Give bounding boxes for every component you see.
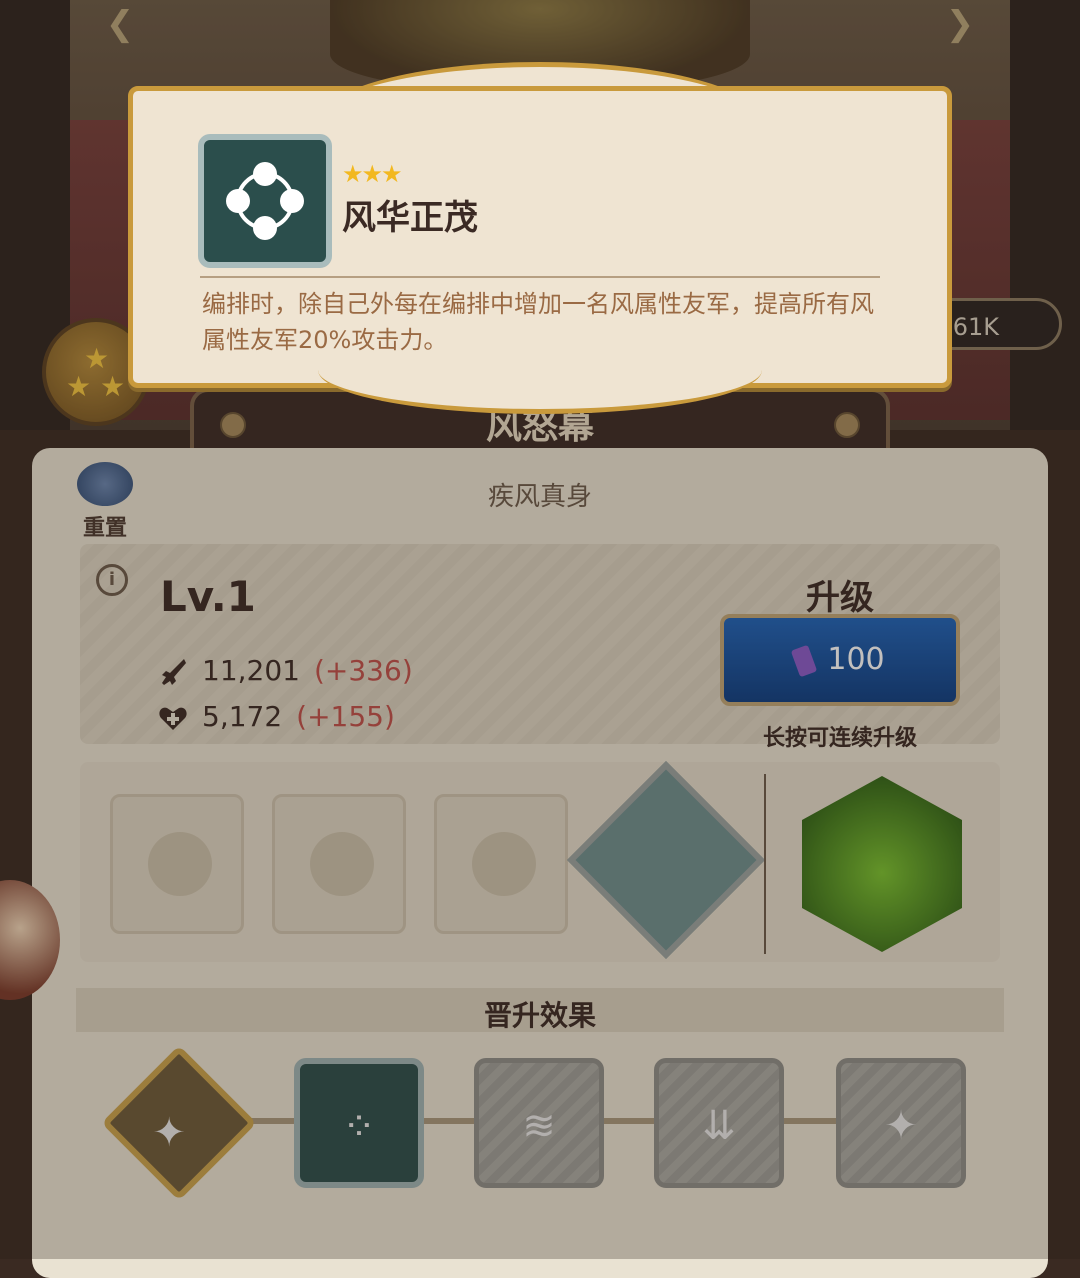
skill-stars: ★★★ — [342, 160, 403, 188]
dot-shape — [253, 216, 277, 240]
skill-description: 编排时，除自己外每在编排中增加一名风属性友军，提高所有风属性友军20%攻击力。 — [202, 290, 874, 354]
skill-name: 风华正茂 — [342, 198, 478, 238]
dot-shape — [226, 189, 250, 213]
popup-divider — [200, 276, 880, 278]
dot-shape — [253, 162, 277, 186]
skill-four-dots-icon — [198, 134, 332, 268]
dot-shape — [280, 189, 304, 213]
